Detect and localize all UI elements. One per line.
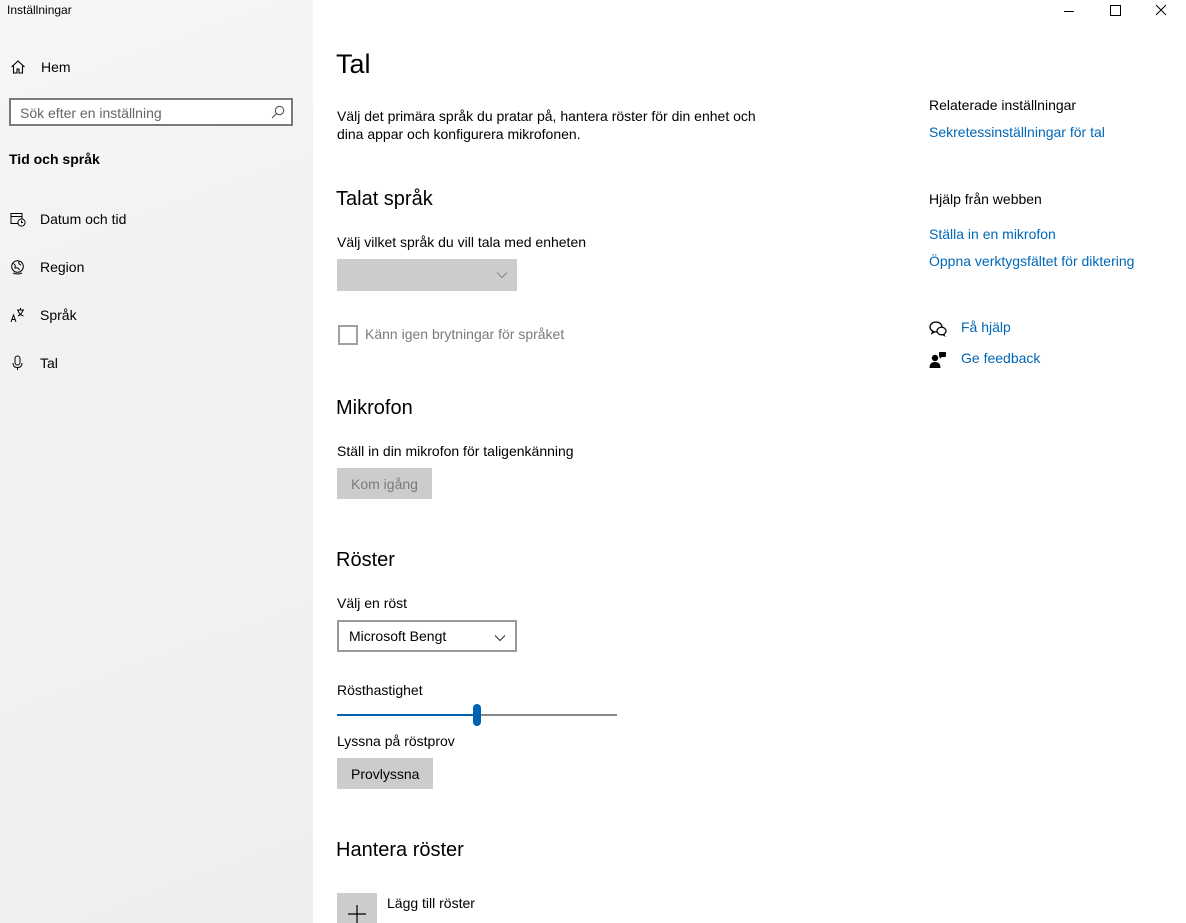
slider-thumb[interactable] <box>473 704 481 726</box>
add-voices-row[interactable]: Lägg till röster <box>337 893 637 923</box>
page-description: Välj det primära språk du pratar på, han… <box>337 108 756 142</box>
microphone-heading: Mikrofon <box>336 397 413 419</box>
slider-track-fill <box>337 714 477 716</box>
preview-button[interactable]: Provlyssna <box>337 758 434 789</box>
feedback-link[interactable]: Ge feedback <box>961 350 1040 366</box>
add-voices-label: Lägg till röster <box>387 895 475 911</box>
search-input[interactable] <box>20 104 260 122</box>
chevron-down-icon <box>496 268 508 280</box>
app-title: Inställningar <box>7 3 72 17</box>
add-voice-button[interactable] <box>337 893 377 923</box>
microphone-label: Ställ in din mikrofon för taligenkänning <box>337 443 574 459</box>
setup-microphone-link[interactable]: Ställa in en mikrofon <box>929 226 1056 242</box>
get-started-button[interactable]: Kom igång <box>337 468 432 499</box>
voice-speed-slider[interactable] <box>337 703 617 727</box>
chevron-down-icon <box>494 631 506 643</box>
voice-preview-label: Lyssna på röstprov <box>337 733 455 749</box>
sidebar-item-label: Språk <box>40 307 77 323</box>
settings-window: Inställningar Hem Tid och språk Datum oc… <box>0 0 1186 923</box>
calendar-clock-icon <box>10 211 26 227</box>
sidebar-item-region[interactable]: Region <box>0 250 313 284</box>
choose-voice-label: Välj en röst <box>337 595 408 611</box>
dictation-toolbar-link[interactable]: Öppna verktygsfältet för diktering <box>929 253 1134 269</box>
accent-recognition-checkbox-row[interactable]: Känn igen brytningar för språket <box>337 325 637 345</box>
help-chat-icon <box>929 320 947 338</box>
sidebar-item-label: Tal <box>40 355 58 371</box>
search-icon[interactable] <box>271 105 285 119</box>
slider-track[interactable] <box>477 714 617 716</box>
sidebar-section-title: Tid och språk <box>9 151 100 167</box>
manage-voices-heading: Hantera röster <box>336 839 464 861</box>
sidebar-item-home[interactable]: Hem <box>0 52 313 82</box>
page-title: Tal <box>336 49 371 79</box>
speech-privacy-link[interactable]: Sekretessinställningar för tal <box>929 124 1105 140</box>
home-icon <box>10 59 26 75</box>
get-help-link[interactable]: Få hjälp <box>961 319 1011 335</box>
globe-icon <box>10 259 26 275</box>
voice-dropdown[interactable]: Microsoft Bengt <box>337 620 517 652</box>
sidebar-item-label: Region <box>40 259 85 275</box>
spoken-language-heading: Talat språk <box>336 188 433 210</box>
voice-speed-label: Rösthastighet <box>337 682 423 698</box>
microphone-icon <box>10 355 26 371</box>
spoken-language-label: Välj vilket språk du vill tala med enhet… <box>337 234 587 250</box>
sidebar: Inställningar Hem Tid och språk Datum oc… <box>0 0 313 923</box>
sidebar-item-label: Datum och tid <box>40 211 127 227</box>
language-icon <box>10 307 26 323</box>
sidebar-item-language[interactable]: Språk <box>0 298 313 332</box>
sidebar-item-label: Hem <box>41 59 71 75</box>
sidebar-item-speech[interactable]: Tal <box>0 346 313 380</box>
plus-icon <box>348 905 366 923</box>
checkbox-label: Känn igen brytningar för språket <box>365 326 565 342</box>
feedback-icon <box>929 351 947 369</box>
spoken-language-dropdown[interactable] <box>337 259 517 291</box>
get-help-row[interactable]: Få hjälp <box>929 318 1179 340</box>
related-settings-heading: Relaterade inställningar <box>929 97 1077 113</box>
dropdown-value: Microsoft Bengt <box>349 628 447 644</box>
web-help-heading: Hjälp från webben <box>929 191 1042 207</box>
voices-heading: Röster <box>336 549 395 571</box>
sidebar-item-date-time[interactable]: Datum och tid <box>0 202 313 236</box>
feedback-row[interactable]: Ge feedback <box>929 349 1179 371</box>
accent-recognition-checkbox[interactable] <box>338 325 358 345</box>
search-box[interactable] <box>9 98 293 126</box>
